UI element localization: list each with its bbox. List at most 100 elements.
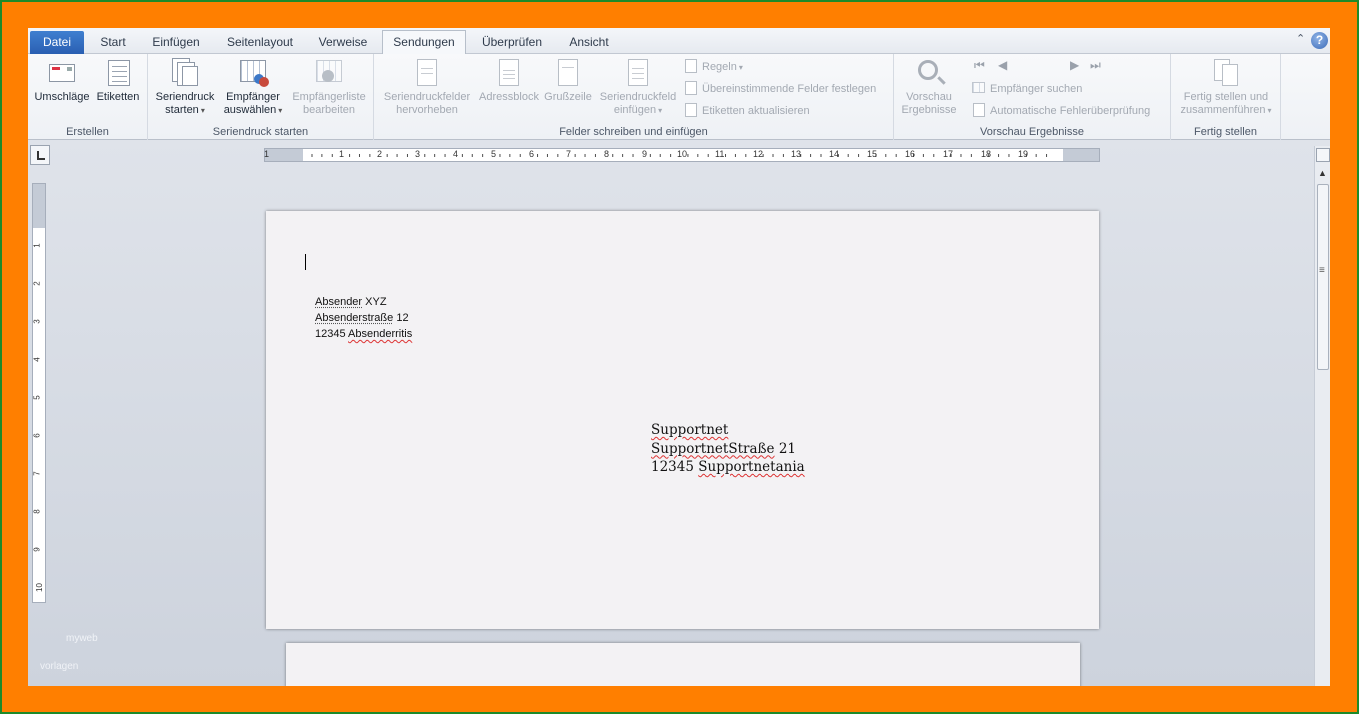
group-vorschau-ergebnisse: Vorschau Ergebnisse ⏮ ◀ ▶ ⏭ Empfänger su… bbox=[894, 54, 1171, 140]
recipient-line-1: Supportnet bbox=[651, 422, 729, 438]
ruler-number: 7 bbox=[566, 149, 572, 159]
tab-einfuegen[interactable]: Einfügen bbox=[142, 31, 210, 54]
empfaenger-suchen-button[interactable]: Empfänger suchen bbox=[972, 80, 1082, 98]
fertig-label-1: Fertig stellen und bbox=[1183, 91, 1269, 103]
address-block-icon bbox=[494, 58, 524, 88]
tab-datei[interactable]: Datei bbox=[30, 31, 84, 54]
recipients-icon bbox=[238, 58, 269, 88]
ruler-number: 6 bbox=[529, 149, 535, 159]
group-label-seriendruck: Seriendruck starten bbox=[212, 126, 309, 138]
sender-street: Absenderstraße bbox=[315, 312, 394, 324]
group-fertig-stellen: Fertig stellen und zusammenführen ▾ Ferti… bbox=[1171, 54, 1281, 140]
ruler-number: 5 bbox=[32, 395, 42, 400]
document-page[interactable]: Absender XYZ Absenderstraße 12 12345 Abs… bbox=[266, 211, 1099, 629]
adressblock-label: Adressblock bbox=[479, 91, 539, 103]
ruler-number: 19 bbox=[1018, 149, 1029, 159]
vorschau-ergebnisse-button[interactable]: Vorschau Ergebnisse bbox=[896, 58, 962, 117]
sender-address[interactable]: Absender XYZ Absenderstraße 12 12345 Abs… bbox=[315, 294, 412, 342]
fertig-label-2: zusammenführen bbox=[1180, 104, 1266, 116]
update-labels-icon bbox=[684, 103, 698, 117]
ruler-number: 4 bbox=[453, 149, 459, 159]
fehlerpruefung-button[interactable]: Automatische Fehlerüberprüfung bbox=[972, 102, 1150, 120]
dropdown-arrow-icon: ▾ bbox=[278, 106, 283, 115]
felder-festlegen-button[interactable]: Übereinstimmende Felder festlegen bbox=[684, 80, 876, 98]
dropdown-arrow-icon: ▾ bbox=[1267, 106, 1272, 115]
edit-list-icon bbox=[314, 58, 344, 88]
ruler-number: 3 bbox=[415, 149, 421, 159]
ruler-number: 9 bbox=[32, 547, 42, 552]
umschlaege-button[interactable]: Umschläge bbox=[32, 58, 92, 104]
sender-line-1: Absender XYZ bbox=[315, 294, 412, 310]
vertical-ruler-numbers: 1 2 3 4 5 6 7 8 9 10 bbox=[32, 183, 46, 603]
split-view-icon[interactable] bbox=[1316, 148, 1330, 162]
sender-line-2: Absenderstraße 12 bbox=[315, 310, 412, 326]
envelope-icon bbox=[47, 58, 77, 88]
ruler-number: 1 bbox=[32, 243, 42, 248]
group-seriendruck-starten: Seriendruck starten ▾ Empfänger auswählen… bbox=[148, 54, 374, 140]
tab-selector[interactable] bbox=[30, 145, 50, 165]
sender-zip: 12345 bbox=[315, 328, 349, 340]
ruler-number: 16 bbox=[905, 149, 916, 159]
empfaenger-auswaehlen-button[interactable]: Empfänger auswählen ▾ bbox=[220, 58, 286, 117]
regeln-button[interactable]: Regeln ▾ bbox=[684, 58, 743, 76]
document-area: 1 1 2 3 4 5 6 7 8 9 10 11 12 13 14 15 16… bbox=[28, 140, 1330, 686]
seriendruckfeld-einfuegen-button[interactable]: Seriendruckfeld einfügen ▾ bbox=[596, 58, 680, 117]
previous-record-icon[interactable]: ◀ bbox=[998, 58, 1007, 72]
liste-label-2: bearbeiten bbox=[303, 104, 355, 116]
document-page-2[interactable] bbox=[286, 643, 1080, 686]
help-icon[interactable]: ? bbox=[1311, 32, 1328, 49]
sender-name-suffix: XYZ bbox=[362, 296, 387, 308]
recipient-address[interactable]: Supportnet SupportnetStraße 21 12345 Sup… bbox=[651, 421, 805, 477]
ruler-number: 14 bbox=[829, 149, 840, 159]
ruler-number: 12 bbox=[753, 149, 764, 159]
einfuegen-label-2: einfügen bbox=[613, 104, 657, 116]
group-felder-schreiben: Seriendruckfelder hervorheben Adressbloc… bbox=[374, 54, 894, 140]
tab-seitenlayout[interactable]: Seitenlayout bbox=[216, 31, 304, 54]
tab-ueberpruefen[interactable]: Überprüfen bbox=[472, 31, 552, 54]
ruler-number: 10 bbox=[34, 583, 44, 592]
seriendruck-starten-button[interactable]: Seriendruck starten ▾ bbox=[152, 58, 218, 117]
group-erstellen: Umschläge Etiketten Erstellen bbox=[28, 54, 148, 140]
umschlaege-label: Umschläge bbox=[34, 91, 90, 103]
recipient-line-2: SupportnetStraße 21 bbox=[651, 440, 805, 459]
scroll-thumb[interactable] bbox=[1317, 184, 1329, 370]
tab-start[interactable]: Start bbox=[90, 31, 136, 54]
tab-sendungen[interactable]: Sendungen bbox=[382, 30, 466, 55]
find-recipient-icon bbox=[972, 81, 986, 95]
tab-ansicht[interactable]: Ansicht bbox=[558, 31, 620, 54]
seriendruck-label-2: starten bbox=[165, 104, 199, 116]
felder-festlegen-label: Übereinstimmende Felder festlegen bbox=[702, 83, 877, 95]
dropdown-arrow-icon: ▾ bbox=[658, 106, 663, 115]
seriendruckfelder-hervorheben-button[interactable]: Seriendruckfelder hervorheben bbox=[378, 58, 476, 117]
grusszeile-button[interactable]: Grußzeile bbox=[542, 58, 594, 104]
next-record-icon[interactable]: ▶ bbox=[1070, 58, 1079, 72]
text-cursor bbox=[305, 254, 306, 270]
ruler-number: 2 bbox=[32, 281, 42, 286]
minimize-ribbon-icon[interactable]: ⌃ bbox=[1296, 32, 1305, 45]
last-record-icon[interactable]: ⏭ bbox=[1090, 58, 1101, 73]
fehlerpruefung-label: Automatische Fehlerüberprüfung bbox=[990, 105, 1151, 117]
adressblock-button[interactable]: Adressblock bbox=[476, 58, 542, 104]
vertical-scrollbar[interactable]: ▲ bbox=[1314, 146, 1330, 686]
etiketten-aktualisieren-button[interactable]: Etiketten aktualisieren bbox=[684, 102, 810, 120]
scroll-up-icon[interactable]: ▲ bbox=[1318, 168, 1327, 178]
first-record-icon[interactable]: ⏮ bbox=[974, 58, 985, 73]
ruler-number: 17 bbox=[943, 149, 954, 159]
watermark-line-1: myweb bbox=[66, 633, 98, 644]
window-controls: ⌃ ? bbox=[1290, 32, 1330, 50]
rules-icon bbox=[684, 59, 698, 73]
tab-verweise[interactable]: Verweise bbox=[310, 31, 376, 54]
ruler-number: 7 bbox=[32, 471, 42, 476]
ruler-number: 5 bbox=[491, 149, 497, 159]
empfaengerliste-bearbeiten-button[interactable]: Empfängerliste bearbeiten bbox=[288, 58, 370, 117]
group-label-vorschau: Vorschau Ergebnisse bbox=[980, 126, 1084, 138]
fertig-stellen-button[interactable]: Fertig stellen und zusammenführen ▾ bbox=[1173, 58, 1279, 117]
ruler-number: 4 bbox=[32, 357, 42, 362]
ruler-number: 1 bbox=[339, 149, 345, 159]
greeting-line-icon bbox=[553, 58, 583, 88]
grusszeile-label: Grußzeile bbox=[544, 91, 592, 103]
regeln-label: Regeln bbox=[702, 61, 737, 73]
etiketten-button[interactable]: Etiketten bbox=[92, 58, 144, 104]
liste-label-1: Empfängerliste bbox=[292, 91, 366, 103]
recipient-street: SupportnetStraße bbox=[651, 440, 775, 457]
